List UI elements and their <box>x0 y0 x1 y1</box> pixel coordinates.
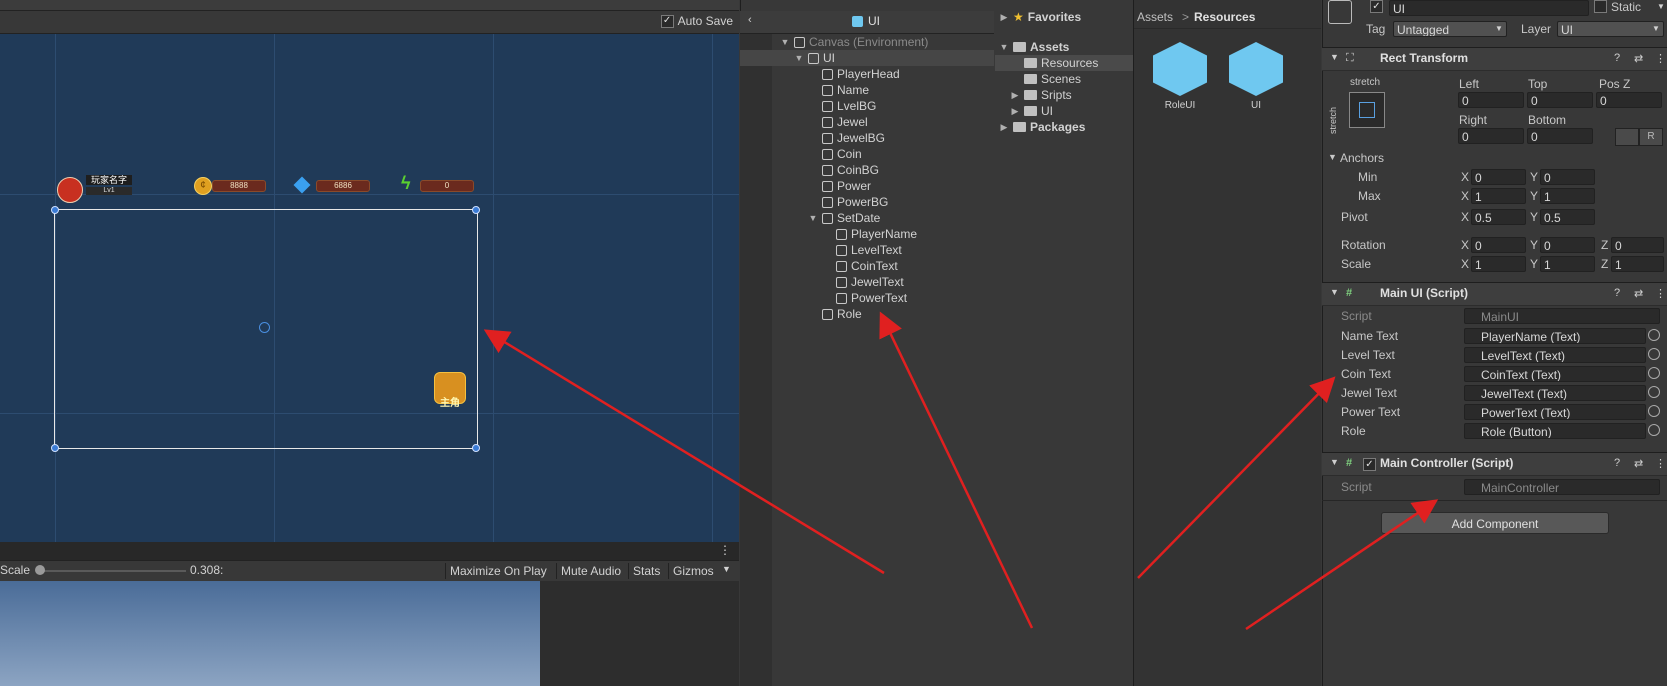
annotation-arrow-to-role <box>879 311 1034 629</box>
annotation-arrow-to-scene <box>483 329 885 575</box>
annotation-arrows <box>483 311 1439 631</box>
annotation-arrow-to-controller <box>1245 499 1439 631</box>
annotation-arrow-to-mainui <box>1137 376 1336 579</box>
